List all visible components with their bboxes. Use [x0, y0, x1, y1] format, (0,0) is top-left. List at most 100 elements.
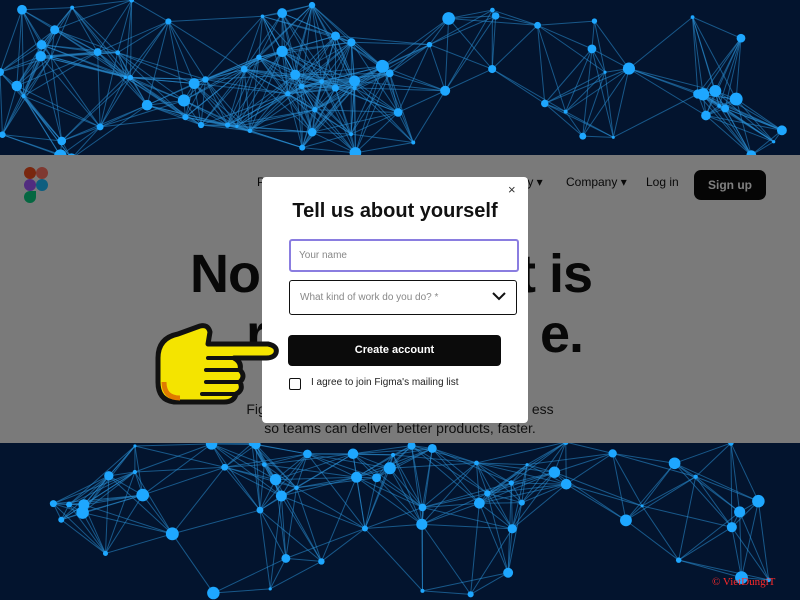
network-node	[416, 518, 428, 530]
network-node	[115, 50, 121, 56]
network-node	[281, 553, 291, 563]
network-node	[35, 51, 47, 62]
name-input[interactable]	[289, 239, 519, 272]
network-node	[260, 14, 265, 19]
network-node	[591, 18, 598, 24]
network-node	[721, 104, 730, 113]
signup-modal: × Tell us about yourself What kind of wo…	[262, 177, 528, 423]
network-node	[165, 18, 172, 25]
work-type-placeholder: What kind of work do you do? *	[300, 292, 439, 303]
network-node	[49, 500, 57, 508]
network-node	[534, 21, 542, 29]
network-node	[383, 462, 396, 475]
network-node	[104, 471, 114, 481]
network-node	[299, 144, 306, 151]
network-node	[776, 125, 787, 136]
network-node	[608, 449, 617, 458]
watermark: © VietDungiT	[712, 576, 776, 588]
create-account-button[interactable]: Create account	[288, 335, 501, 366]
network-node	[772, 140, 776, 144]
network-node	[541, 99, 549, 108]
work-type-select[interactable]: What kind of work do you do? *	[289, 280, 517, 315]
network-node	[197, 121, 205, 129]
network-node	[563, 109, 568, 114]
network-node	[177, 94, 191, 107]
network-node	[240, 65, 248, 73]
network-node	[440, 85, 451, 96]
network-node	[701, 110, 711, 121]
network-node	[96, 123, 104, 131]
network-node	[351, 471, 362, 483]
network-node	[693, 89, 703, 99]
close-icon[interactable]: ×	[508, 183, 516, 196]
network-node	[418, 503, 427, 512]
network-node	[269, 473, 282, 486]
network-node	[57, 136, 67, 146]
network-node	[488, 64, 497, 74]
network-node	[312, 107, 318, 113]
network-node	[256, 54, 262, 60]
network-node	[752, 494, 765, 508]
network-node	[256, 506, 264, 514]
network-node	[318, 558, 325, 565]
network-node	[385, 69, 394, 78]
network-node	[347, 38, 356, 47]
network-node	[474, 460, 479, 466]
network-node	[507, 524, 517, 534]
network-node	[70, 5, 75, 10]
network-node	[620, 514, 632, 527]
network-node	[50, 25, 60, 35]
network-node	[221, 463, 229, 471]
network-node	[508, 480, 514, 486]
network-node	[349, 132, 354, 137]
network-node	[491, 12, 500, 20]
network-node	[503, 567, 514, 578]
network-node	[352, 85, 357, 91]
mailing-list-checkbox[interactable]	[289, 378, 301, 390]
network-node	[141, 99, 153, 111]
network-node	[420, 588, 425, 593]
network-node	[11, 80, 23, 92]
network-node	[294, 485, 299, 491]
network-node	[21, 93, 26, 99]
network-node	[349, 75, 361, 87]
network-node	[490, 7, 495, 13]
network-node	[224, 122, 231, 128]
network-node	[411, 140, 416, 145]
network-node	[132, 469, 138, 475]
network-node	[426, 41, 433, 48]
mailing-list-label: I agree to join Figma's mailing list	[311, 377, 459, 388]
network-node	[611, 135, 615, 139]
network-node	[49, 55, 53, 59]
network-node	[622, 62, 635, 75]
network-node	[548, 466, 561, 478]
network-node	[58, 516, 65, 523]
network-node	[261, 462, 267, 467]
network-node	[17, 4, 27, 15]
network-node	[127, 74, 134, 81]
network-node	[484, 490, 491, 497]
network-node	[668, 457, 681, 470]
network-node	[247, 128, 253, 134]
network-node	[133, 444, 137, 448]
network-node	[442, 12, 455, 25]
network-node	[268, 587, 272, 591]
network-node	[165, 527, 179, 541]
network-node	[93, 48, 102, 57]
modal-title: Tell us about yourself	[292, 200, 498, 222]
network-node	[709, 84, 722, 97]
network-node	[587, 44, 597, 54]
network-node	[290, 69, 301, 80]
network-node	[188, 78, 200, 89]
chevron-down-icon	[492, 292, 506, 301]
network-node	[675, 557, 682, 563]
network-node	[331, 31, 341, 41]
network-node	[307, 127, 317, 137]
network-node	[690, 15, 695, 20]
network-node	[474, 497, 485, 509]
network-node	[319, 79, 325, 84]
network-node	[603, 70, 607, 74]
network-node	[726, 522, 737, 533]
network-node	[308, 1, 316, 9]
network-node	[717, 103, 722, 108]
